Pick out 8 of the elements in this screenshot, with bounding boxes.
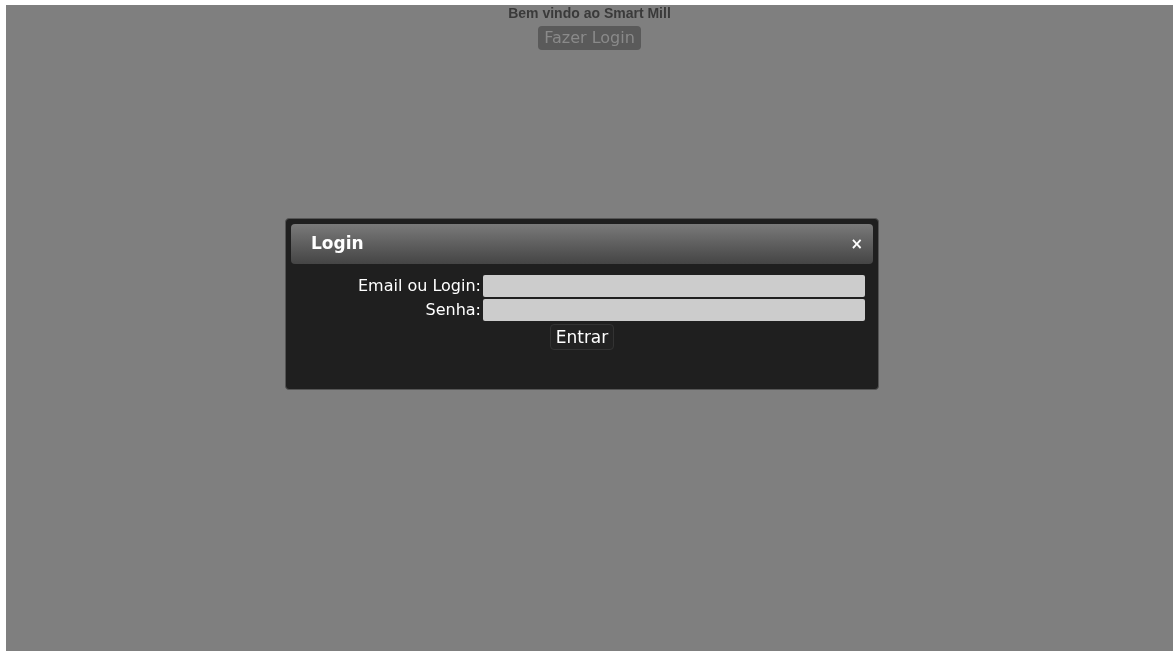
close-button[interactable]: ×: [850, 236, 863, 252]
welcome-heading: Bem vindo ao Smart Mill: [508, 5, 671, 21]
field-label: Email ou Login:: [356, 275, 482, 297]
field-label: Senha:: [424, 299, 482, 321]
input-field[interactable]: [483, 299, 865, 321]
dialog-title: Login: [311, 232, 364, 256]
input-field[interactable]: [483, 275, 865, 297]
submit-button[interactable]: Entrar: [549, 324, 615, 350]
